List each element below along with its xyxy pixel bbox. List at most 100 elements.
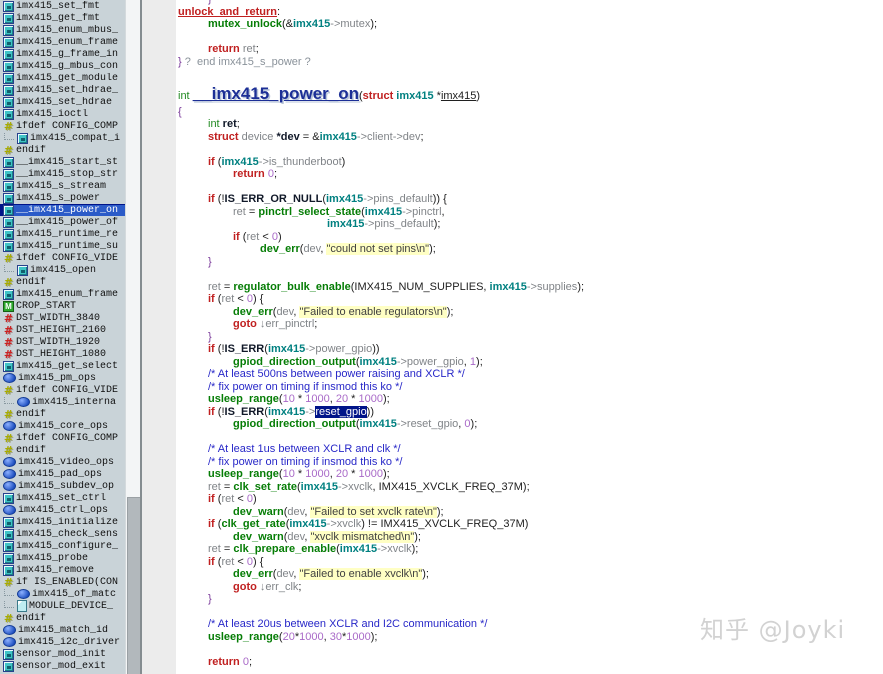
code-line[interactable]: return ret; [176, 43, 883, 56]
sidebar-item[interactable]: imx415_set_hdrae_ [0, 84, 125, 96]
code-line[interactable]: dev_err(dev, "Failed to enable xvclk\n")… [176, 568, 883, 581]
code-line[interactable]: gpiod_direction_output(imx415->reset_gpi… [176, 418, 883, 431]
sidebar-item[interactable]: imx415_runtime_su [0, 240, 125, 252]
sidebar-item[interactable]: imx415_of_matc [0, 588, 125, 600]
code-line[interactable]: return 0; [176, 168, 883, 181]
sidebar-item[interactable]: imx415_s_stream [0, 180, 125, 192]
sidebar-item[interactable]: imx415_subdev_op [0, 480, 125, 492]
code-line[interactable] [176, 431, 883, 444]
code-line[interactable]: dev_err(dev, "Failed to enable regulator… [176, 305, 883, 319]
sidebar-item[interactable]: # ifdef CONFIG_COMP [0, 432, 125, 444]
sidebar-item[interactable]: M CROP_START [0, 300, 125, 312]
sidebar-item[interactable]: imx415_configure_ [0, 540, 125, 552]
sidebar-item[interactable]: imx415_s_power [0, 192, 125, 204]
code-line[interactable]: int __imx415_power_on(struct imx415 *imx… [176, 81, 883, 106]
code-line[interactable]: ret = clk_set_rate(imx415->xvclk, IMX415… [176, 481, 883, 494]
sidebar-item[interactable]: MODULE_DEVICE_ [0, 600, 125, 612]
sidebar-item[interactable]: sensor_mod_exit [0, 660, 125, 672]
sidebar-item[interactable]: sensor_mod_init [0, 648, 125, 660]
sidebar-item[interactable]: imx415_ioctl [0, 108, 125, 120]
code-line[interactable]: } [176, 331, 883, 344]
code-line[interactable]: ret = regulator_bulk_enable(IMX415_NUM_S… [176, 281, 883, 294]
code-editor[interactable]: } unlock_and_return:mutex_unlock(&imx415-… [176, 0, 883, 674]
sidebar-item[interactable]: __imx415_stop_str [0, 168, 125, 180]
sidebar-item[interactable]: __imx415_power_of [0, 216, 125, 228]
sidebar-item[interactable]: imx415_get_select [0, 360, 125, 372]
sidebar-item[interactable]: imx415_get_module [0, 72, 125, 84]
code-line[interactable]: } [176, 593, 883, 606]
sidebar-item[interactable]: imx415_check_sens [0, 528, 125, 540]
code-line[interactable]: if (clk_get_rate(imx415->xvclk) != IMX41… [176, 518, 883, 531]
code-line[interactable]: if (ret < 0) [176, 493, 883, 506]
sidebar-item[interactable]: imx415_probe [0, 552, 125, 564]
code-line[interactable]: usleep_range(10 * 1000, 20 * 1000); [176, 468, 883, 481]
code-line[interactable]: gpiod_direction_output(imx415->power_gpi… [176, 356, 883, 369]
sidebar-item[interactable]: imx415_i2c_driver [0, 636, 125, 648]
sidebar-item[interactable]: imx415_enum_mbus_ [0, 24, 125, 36]
sidebar-item[interactable]: imx415_runtime_re [0, 228, 125, 240]
code-line[interactable]: /* fix power on timing if insmod this ko… [176, 381, 883, 394]
sidebar-item[interactable]: imx415_interna [0, 396, 125, 408]
sidebar-item[interactable]: imx415_set_hdrae [0, 96, 125, 108]
code-line[interactable]: if (imx415->is_thunderboot) [176, 156, 883, 169]
sidebar-item[interactable]: # ifdef CONFIG_VIDE [0, 384, 125, 396]
code-line[interactable]: } [176, 256, 883, 269]
code-line[interactable]: dev_warn(dev, "xvclk mismatched\n"); [176, 530, 883, 544]
sidebar-item[interactable]: imx415_ctrl_ops [0, 504, 125, 516]
sidebar-item[interactable]: # if IS_ENABLED(CON [0, 576, 125, 588]
code-line[interactable]: dev_err(dev, "could not set pins\n"); [176, 243, 883, 256]
sidebar-item[interactable]: imx415_initialize [0, 516, 125, 528]
code-line[interactable]: } ? end imx415_s_power ? [176, 56, 883, 69]
code-line[interactable]: /* At least 1us between XCLR and clk */ [176, 443, 883, 456]
sidebar-scrollbar[interactable] [125, 0, 141, 674]
sidebar-item[interactable]: # endif [0, 444, 125, 456]
code-line[interactable]: struct device *dev = &imx415->client->de… [176, 131, 883, 144]
code-line[interactable]: if (!IS_ERR(imx415->reset_gpio)) [176, 405, 883, 419]
code-line[interactable]: { [176, 106, 883, 119]
sidebar-item[interactable]: imx415_enum_frame [0, 288, 125, 300]
code-line[interactable] [176, 143, 883, 156]
code-line[interactable]: mutex_unlock(&imx415->mutex); [176, 18, 883, 31]
code-line[interactable]: imx415->pins_default); [176, 218, 883, 231]
code-line[interactable] [176, 181, 883, 194]
sidebar-item[interactable]: # DST_WIDTH_3840 [0, 312, 125, 324]
sidebar-item[interactable]: imx415_get_fmt [0, 12, 125, 24]
sidebar-item[interactable]: # endif [0, 612, 125, 624]
sidebar-item[interactable]: imx415_pad_ops [0, 468, 125, 480]
code-line[interactable] [176, 268, 883, 281]
code-line[interactable]: unlock_and_return: [176, 6, 883, 19]
sidebar-item[interactable]: __imx415_start_st [0, 156, 125, 168]
sidebar-item[interactable]: # DST_WIDTH_1920 [0, 336, 125, 348]
sidebar-item[interactable]: imx415_pm_ops [0, 372, 125, 384]
code-line[interactable]: if (!IS_ERR(imx415->power_gpio)) [176, 343, 883, 356]
code-line[interactable]: return 0; [176, 656, 883, 669]
code-line[interactable]: if (ret < 0) { [176, 293, 883, 306]
sidebar-item[interactable]: imx415_set_fmt [0, 0, 125, 12]
sidebar-item[interactable]: imx415_compat_i [0, 132, 125, 144]
code-line[interactable]: ret = pinctrl_select_state(imx415->pinct… [176, 206, 883, 219]
code-line[interactable]: if (ret < 0) [176, 231, 883, 244]
code-line[interactable]: goto ↓err_pinctrl; [176, 318, 883, 331]
sidebar-item[interactable]: # endif [0, 408, 125, 420]
sidebar-item[interactable]: __imx415_power_on [0, 204, 125, 216]
code-line[interactable]: ret = clk_prepare_enable(imx415->xvclk); [176, 543, 883, 556]
code-line[interactable]: dev_warn(dev, "Failed to set xvclk rate\… [176, 505, 883, 519]
code-line[interactable]: goto ↓err_clk; [176, 581, 883, 594]
code-line[interactable]: usleep_range(10 * 1000, 20 * 1000); [176, 393, 883, 406]
code-line[interactable]: if (!IS_ERR_OR_NULL(imx415->pins_default… [176, 193, 883, 206]
sidebar-item[interactable]: # ifdef CONFIG_COMP [0, 120, 125, 132]
sidebar-item[interactable]: # DST_HEIGHT_1080 [0, 348, 125, 360]
sidebar-item[interactable]: imx415_open [0, 264, 125, 276]
sidebar-item[interactable]: imx415_core_ops [0, 420, 125, 432]
code-line[interactable]: if (ret < 0) { [176, 556, 883, 569]
sidebar-scrollbar-thumb[interactable] [127, 497, 141, 674]
code-line[interactable] [176, 68, 883, 81]
sidebar-item[interactable]: # endif [0, 276, 125, 288]
sidebar-item[interactable]: imx415_match_id [0, 624, 125, 636]
code-line[interactable] [176, 31, 883, 44]
sidebar-item[interactable]: imx415_g_frame_in [0, 48, 125, 60]
sidebar-item[interactable]: imx415_remove [0, 564, 125, 576]
sidebar-item[interactable]: imx415_g_mbus_con [0, 60, 125, 72]
sidebar-item[interactable]: # ifdef CONFIG_VIDE [0, 252, 125, 264]
code-line[interactable]: /* At least 500ns between power raising … [176, 368, 883, 381]
